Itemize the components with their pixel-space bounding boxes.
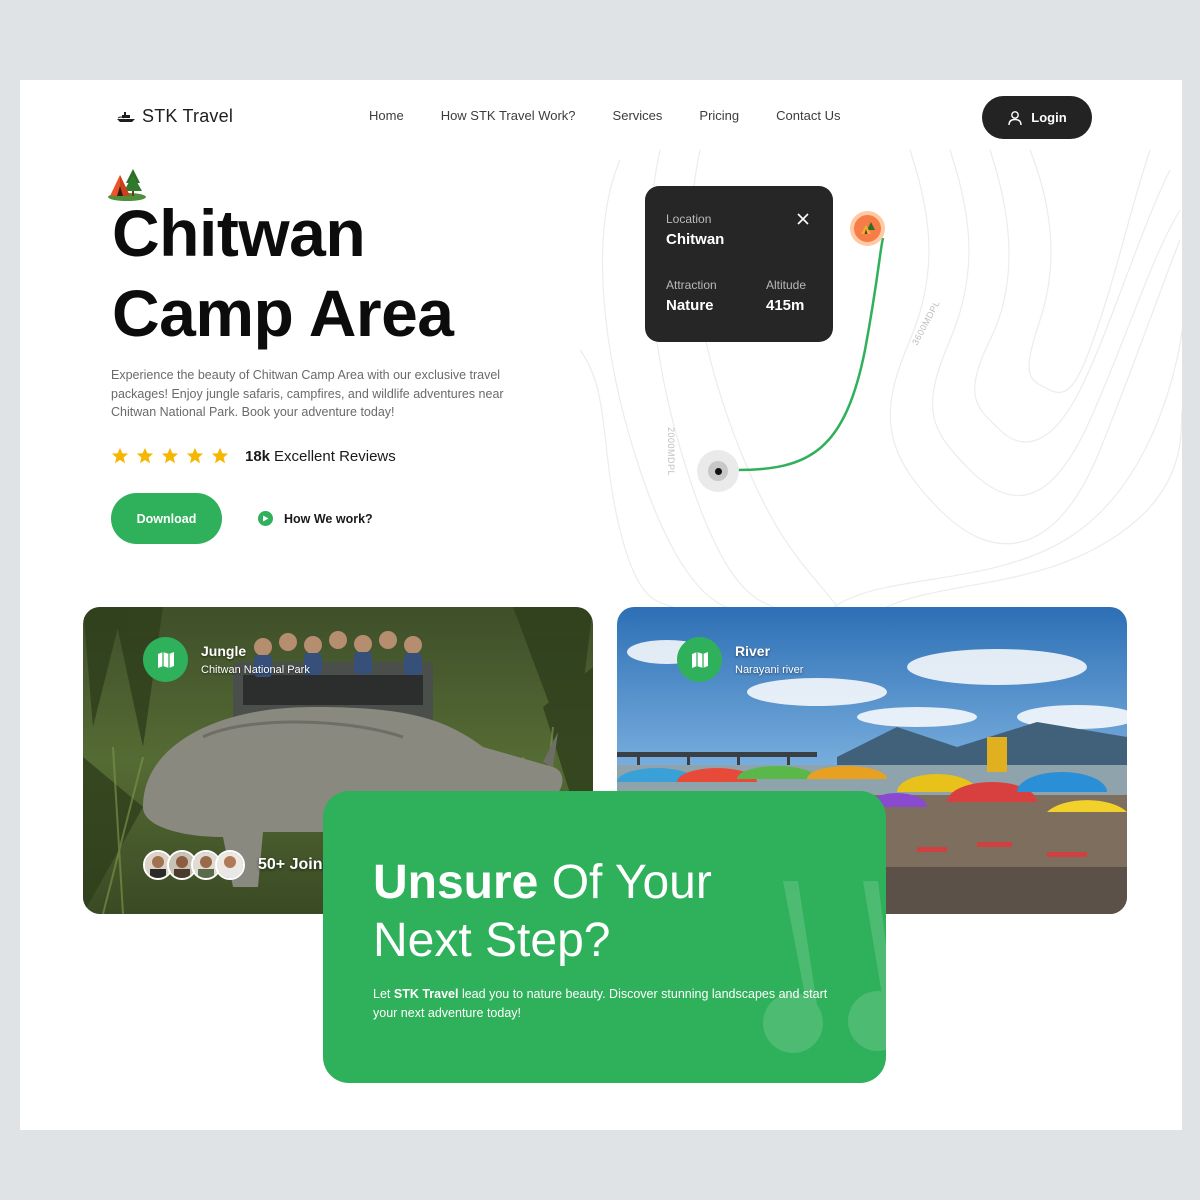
star-icon (111, 447, 129, 464)
cta-desc-prefix: Let (373, 987, 394, 1001)
login-label: Login (1031, 110, 1067, 125)
play-icon (258, 511, 273, 526)
hero-section: STK Travel Home How STK Travel Work? Ser… (20, 80, 1182, 610)
quote-decoration (763, 881, 886, 1053)
cta-desc-brand: STK Travel (393, 987, 459, 1001)
hero-title-line1: Chitwan (112, 196, 366, 270)
download-button[interactable]: Download (111, 493, 222, 544)
river-title: River (735, 643, 771, 659)
nav-pricing[interactable]: Pricing (699, 108, 739, 123)
location-value: Chitwan (666, 231, 725, 248)
page-canvas: STK Travel Home How STK Travel Work? Ser… (20, 80, 1182, 1130)
star-icon (211, 447, 229, 464)
river-tag: River Narayani river (677, 637, 803, 682)
tent-pin-icon (860, 222, 875, 234)
how-we-work-link[interactable]: How We work? (258, 511, 373, 526)
star-icon (161, 447, 179, 464)
map-icon[interactable] (143, 637, 188, 682)
altitude-value: 415m (766, 297, 805, 314)
altitude-tag-left: 2000MDPL (666, 427, 676, 477)
jungle-subtitle: Chitwan National Park (201, 664, 310, 676)
cta-description: Let STK Travel lead you to nature beauty… (373, 985, 833, 1022)
main-nav: Home How STK Travel Work? Services Prici… (369, 108, 840, 123)
brand-name: STK Travel (142, 106, 234, 126)
brand-logo[interactable]: STK Travel (116, 106, 233, 127)
how-we-work-label: How We work? (284, 511, 373, 526)
location-card: Location Chitwan Attraction Nature Altit… (645, 186, 833, 342)
nav-services[interactable]: Services (613, 108, 663, 123)
start-pin-ring (708, 461, 728, 481)
close-icon[interactable] (796, 212, 810, 226)
altitude-label: Altitude (766, 278, 807, 292)
user-icon (1008, 110, 1022, 125)
boat-icon (117, 111, 135, 122)
destination-pin-inner (854, 215, 881, 242)
hero-description: Experience the beauty of Chitwan Camp Ar… (111, 368, 504, 419)
cta-title-rest: Of Your (538, 856, 712, 909)
star-icon (186, 447, 204, 464)
attraction-label: Attraction (666, 278, 717, 292)
map-icon[interactable] (677, 637, 722, 682)
destination-pin[interactable] (850, 211, 885, 246)
reviews-count: 18k (245, 447, 271, 465)
start-pin-dot (714, 467, 722, 475)
star-rating (111, 447, 229, 465)
cta-title-bold: Unsure (373, 856, 539, 909)
nav-home[interactable]: Home (369, 108, 404, 123)
reviews-label: Excellent Reviews (274, 447, 396, 465)
attraction-value: Nature (666, 297, 714, 314)
cta-panel: Unsure Of Your Next Step? Let STK Travel… (323, 791, 886, 1083)
hero-title-line2: Camp Area (112, 276, 454, 350)
nav-how-it-works[interactable]: How STK Travel Work? (441, 108, 576, 123)
avatar (215, 850, 245, 880)
start-location-pin[interactable] (697, 450, 739, 492)
cta-title: Unsure Of Your Next Step? (373, 854, 712, 970)
location-label: Location (666, 212, 712, 226)
star-icon (136, 447, 154, 464)
rating-row: 18k Excellent Reviews (111, 447, 396, 465)
jungle-title: Jungle (201, 643, 247, 659)
nav-contact[interactable]: Contact Us (776, 108, 840, 123)
cta-title-line2: Next Step? (373, 914, 611, 967)
river-subtitle: Narayani river (735, 664, 804, 676)
login-button[interactable]: Login (982, 96, 1092, 139)
hero-title: Chitwan Camp Area (112, 193, 454, 353)
jungle-tag: Jungle Chitwan National Park (143, 637, 310, 682)
joined-avatars: 50+ Joined (143, 850, 341, 880)
